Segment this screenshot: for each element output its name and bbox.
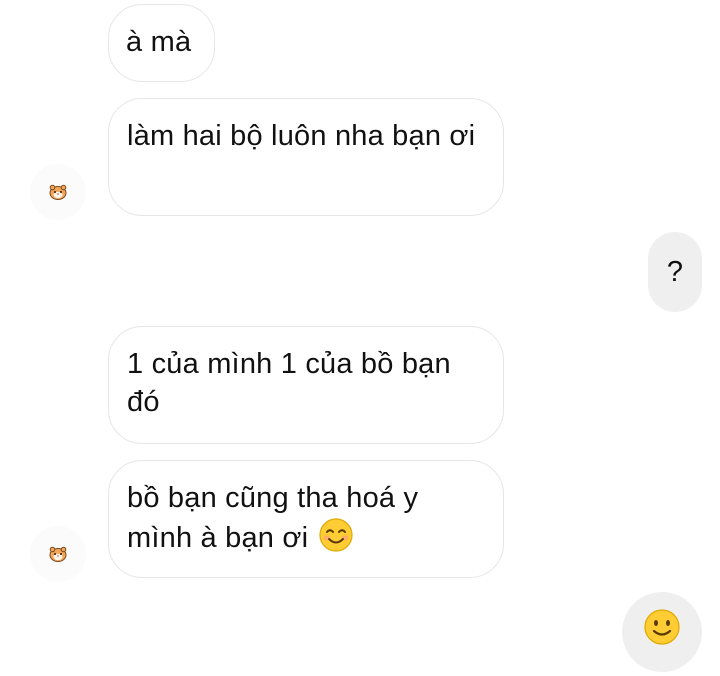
message-text: bồ bạn cũng tha hoá y mình à bạn ơi [127,482,419,554]
message-bubble-outgoing[interactable] [622,592,702,672]
hamster-icon [49,184,67,200]
message-bubble-incoming[interactable]: à mà [108,4,215,82]
message-text: 1 của mình 1 của bồ bạn đó [127,348,451,418]
smiling-face-icon [318,517,354,563]
message-text: làm hai bộ luôn nha bạn ơi [127,120,476,152]
hamster-icon [49,546,67,562]
message-bubble-outgoing[interactable]: ? [648,232,702,312]
sender-avatar[interactable] [30,164,86,220]
slightly-smiling-face-icon [643,608,681,656]
message-bubble-incoming[interactable]: làm hai bộ luôn nha bạn ơi [108,98,504,216]
message-bubble-incoming[interactable]: bồ bạn cũng tha hoá y mình à bạn ơi [108,460,504,578]
sender-avatar[interactable] [30,526,86,582]
message-bubble-incoming[interactable]: 1 của mình 1 của bồ bạn đó [108,326,504,444]
message-text: ? [666,256,684,288]
message-thread: à mà làm hai bộ luôn nha bạn ơi ? 1 của … [0,0,720,676]
message-text: à mà [126,26,192,58]
